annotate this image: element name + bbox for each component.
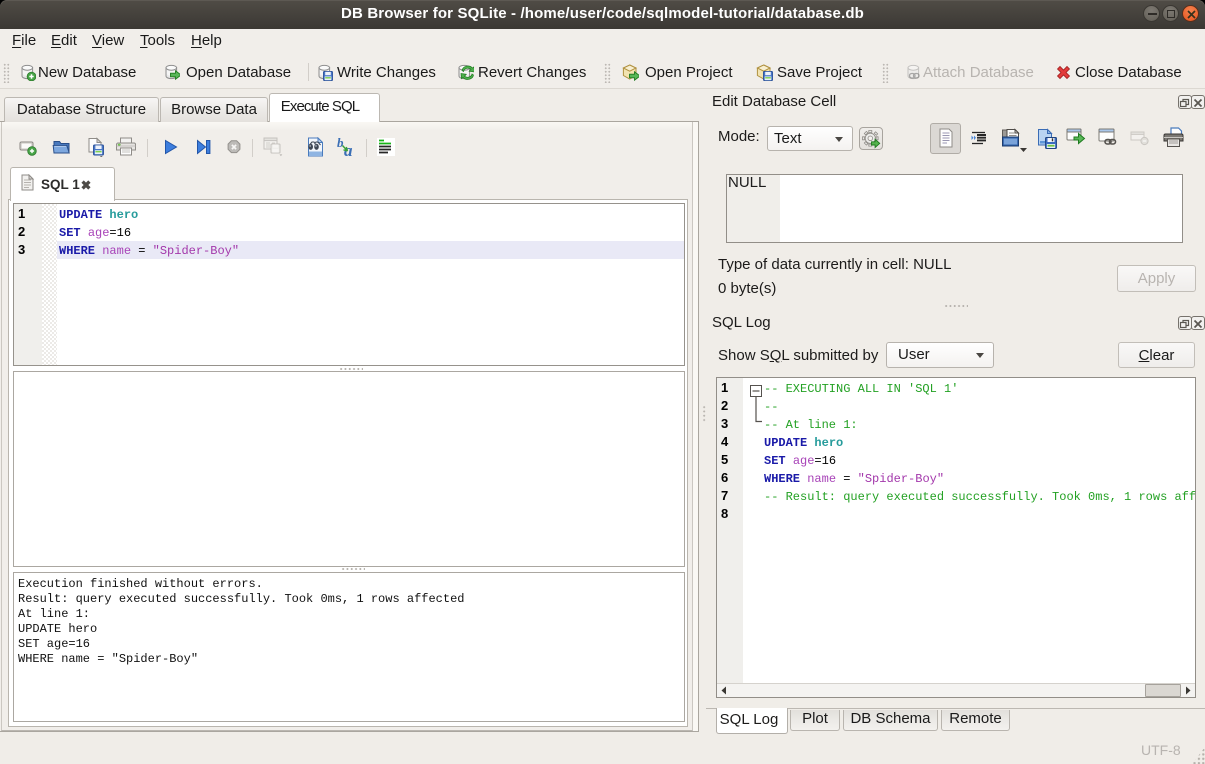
svg-text:b: b	[337, 136, 344, 150]
